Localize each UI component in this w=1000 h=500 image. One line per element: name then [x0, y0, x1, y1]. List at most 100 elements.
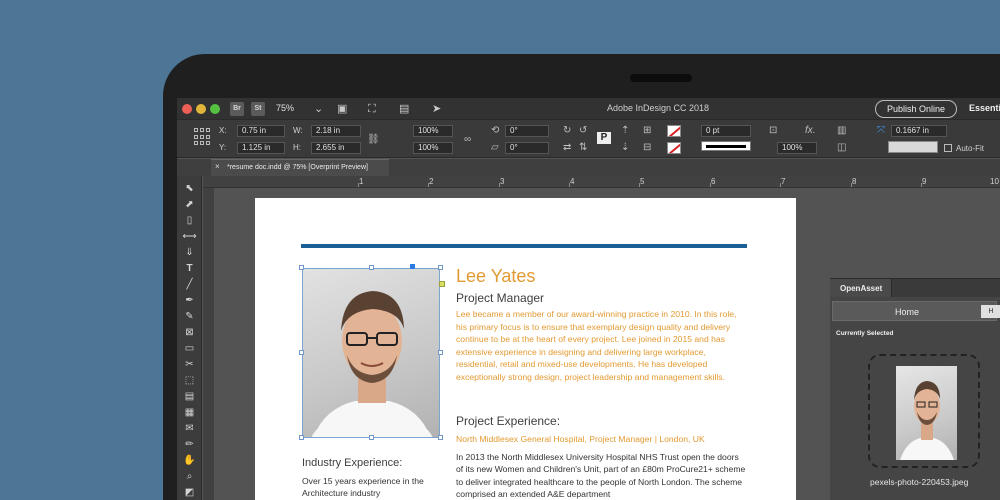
- select-content-icon[interactable]: ⇣: [621, 142, 629, 154]
- constrain-proportions-icon[interactable]: ⛓: [367, 134, 380, 146]
- ruler-tick: [639, 183, 640, 187]
- reference-point-icon[interactable]: [194, 128, 212, 146]
- x-position-field[interactable]: 0.75 in: [237, 125, 285, 137]
- publish-online-button[interactable]: Publish Online: [875, 100, 957, 118]
- help-button[interactable]: H: [981, 305, 1000, 318]
- eyedropper-tool-icon[interactable]: ✏: [182, 438, 197, 452]
- industry-experience-heading[interactable]: Industry Experience:: [302, 457, 402, 469]
- select-container-icon[interactable]: ⇡: [621, 125, 629, 137]
- close-tab-icon[interactable]: ×: [215, 162, 220, 171]
- line-tool-icon[interactable]: ╱: [182, 278, 197, 292]
- shear-field[interactable]: 0°: [505, 142, 549, 154]
- stroke-type-select[interactable]: [701, 141, 751, 151]
- hand-tool-icon[interactable]: ✋: [182, 454, 197, 468]
- stock-button[interactable]: St: [251, 102, 265, 116]
- note-tool-icon[interactable]: ✉: [182, 422, 197, 436]
- resize-handle[interactable]: [299, 435, 304, 440]
- effects-icon[interactable]: fx.: [805, 125, 816, 137]
- ruler-label: 2: [429, 177, 434, 186]
- resume-bio[interactable]: Lee became a member of our award-winning…: [456, 308, 741, 384]
- align-icon[interactable]: ⊟: [643, 142, 651, 154]
- type-tool-icon[interactable]: T: [182, 262, 197, 276]
- zoom-tool-icon[interactable]: ⌕: [182, 470, 197, 484]
- pencil-tool-icon[interactable]: ✎: [182, 310, 197, 324]
- document-page[interactable]: Lee Yates Project Manager Lee became a m…: [255, 198, 796, 500]
- resume-name[interactable]: Lee Yates: [456, 266, 535, 287]
- width-field[interactable]: 2.18 in: [311, 125, 361, 137]
- content-collector-icon[interactable]: ⇓: [182, 246, 197, 260]
- fill-swatch[interactable]: [667, 125, 681, 137]
- fx-icon[interactable]: ⊡: [769, 125, 777, 137]
- selection-tool-icon[interactable]: ⬉: [182, 182, 197, 196]
- gap-tool-icon[interactable]: ⟷: [182, 230, 197, 244]
- ruler-label: 9: [922, 177, 927, 186]
- y-position-field[interactable]: 1.125 in: [237, 142, 285, 154]
- gap-tool-icon[interactable]: ⤧: [877, 125, 885, 137]
- zoom-level[interactable]: 75%: [276, 103, 294, 113]
- minimize-window-icon[interactable]: [196, 104, 206, 114]
- flip-horizontal-icon[interactable]: ⇄: [563, 142, 571, 154]
- resize-handle[interactable]: [299, 265, 304, 270]
- link-icon[interactable]: ∞: [464, 134, 471, 146]
- close-window-icon[interactable]: [182, 104, 192, 114]
- text-wrap-icon[interactable]: ⊞: [643, 125, 651, 137]
- asset-thumbnail[interactable]: [896, 366, 957, 460]
- height-field[interactable]: 2.655 in: [311, 142, 361, 154]
- resize-handle[interactable]: [438, 350, 443, 355]
- direct-selection-tool-icon[interactable]: ⬈: [182, 198, 197, 212]
- send-icon[interactable]: ➤: [432, 101, 441, 117]
- w-label: W:: [293, 126, 303, 135]
- path-text-icon[interactable]: P: [597, 132, 611, 144]
- ruler-tick: [851, 183, 852, 187]
- publish-online-label: Publish Online: [886, 104, 946, 114]
- project-body-text[interactable]: In 2013 the North Middlesex University H…: [456, 451, 746, 500]
- workspace-switcher[interactable]: Essenti: [969, 103, 1000, 113]
- rectangle-tool-icon[interactable]: ▭: [182, 342, 197, 356]
- resize-handle[interactable]: [369, 265, 374, 270]
- gradient-feather-tool-icon[interactable]: ▦: [182, 406, 197, 420]
- tab-resume-doc[interactable]: × *resume doc.indd @ 75% [Overprint Prev…: [211, 159, 389, 176]
- bridge-button[interactable]: Br: [230, 102, 244, 116]
- opacity-field[interactable]: 100%: [777, 142, 817, 154]
- stroke-weight-field[interactable]: 0 pt: [701, 125, 751, 137]
- stroke-swatch[interactable]: [667, 142, 681, 154]
- free-transform-tool-icon[interactable]: ⬚: [182, 374, 197, 388]
- fill-stroke-icon[interactable]: ◩: [182, 486, 197, 500]
- content-grabber-handle[interactable]: [410, 264, 415, 269]
- document-tab-label: *resume doc.indd @ 75% [Overprint Previe…: [227, 164, 368, 171]
- auto-fit-checkbox[interactable]: [944, 144, 952, 152]
- industry-experience-text[interactable]: Over 15 years experience in the Architec…: [302, 475, 442, 500]
- scale-x-field[interactable]: 100%: [413, 125, 453, 137]
- view-options-icon[interactable]: ▣: [337, 101, 347, 117]
- ruler-tick: [780, 183, 781, 187]
- tab-home[interactable]: Home: [895, 307, 919, 317]
- resize-handle[interactable]: [438, 435, 443, 440]
- reference-value-field[interactable]: 0.1667 in: [891, 125, 947, 137]
- rotate-cw-icon[interactable]: ↻: [563, 125, 571, 137]
- project-subheading[interactable]: North Middlesex General Hospital, Projec…: [456, 434, 705, 444]
- gradient-swatch-tool-icon[interactable]: ▤: [182, 390, 197, 404]
- arrange-documents-icon[interactable]: ▤: [399, 101, 409, 117]
- fitting-proxy[interactable]: [888, 141, 938, 153]
- rotate-ccw-icon[interactable]: ↺: [579, 125, 587, 137]
- tab-openasset[interactable]: OpenAsset: [830, 279, 892, 297]
- page-tool-icon[interactable]: ▯: [182, 214, 197, 228]
- chevron-down-icon[interactable]: ⌄: [314, 101, 323, 117]
- resume-role[interactable]: Project Manager: [456, 291, 544, 305]
- zoom-window-icon[interactable]: [210, 104, 220, 114]
- profile-photo-frame[interactable]: [302, 268, 440, 438]
- align-left-icon[interactable]: ▥: [837, 125, 846, 137]
- frame-fitting-icon[interactable]: ◫: [837, 142, 846, 154]
- resize-handle[interactable]: [299, 350, 304, 355]
- scale-y-field[interactable]: 100%: [413, 142, 453, 154]
- project-experience-heading[interactable]: Project Experience:: [456, 414, 560, 428]
- resize-handle[interactable]: [438, 265, 443, 270]
- rectangle-frame-tool-icon[interactable]: ⊠: [182, 326, 197, 340]
- screen-mode-icon[interactable]: ⛶: [368, 101, 376, 117]
- pen-tool-icon[interactable]: ✒: [182, 294, 197, 308]
- corner-options-handle[interactable]: [439, 281, 445, 287]
- rotation-field[interactable]: 0°: [505, 125, 549, 137]
- scissors-tool-icon[interactable]: ✂: [182, 358, 197, 372]
- flip-vertical-icon[interactable]: ⇅: [579, 142, 587, 154]
- resize-handle[interactable]: [369, 435, 374, 440]
